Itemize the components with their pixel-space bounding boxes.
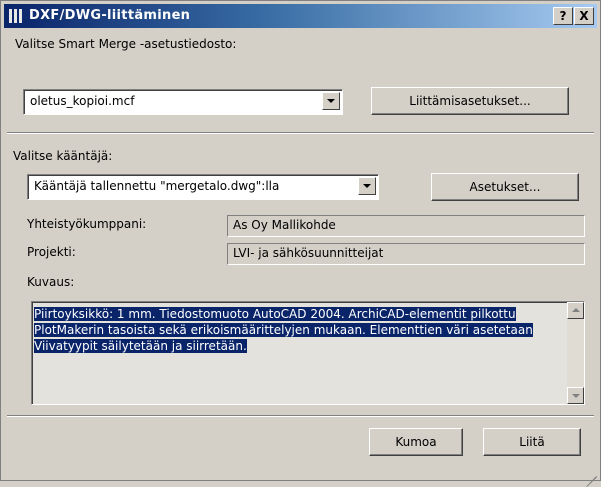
- chevron-down-icon[interactable]: [358, 177, 376, 195]
- partner-value: As Oy Mallikohde: [233, 218, 336, 232]
- resize-grip-icon[interactable]: [585, 465, 597, 487]
- merge-file-value: oletus_kopioi.mcf: [30, 94, 135, 108]
- description-textarea[interactable]: Piirtoyksikkö: 1 mm. Tiedostomuoto AutoC…: [31, 301, 585, 405]
- partner-label: Yhteistyökumppani:: [27, 217, 147, 231]
- description-line: PlotMakerin tasoista sekä erikoismääritt…: [34, 323, 533, 337]
- scroll-up-icon[interactable]: [567, 302, 584, 319]
- project-label: Projekti:: [27, 245, 76, 259]
- merge-file-label: Valitse Smart Merge -asetustiedosto:: [15, 37, 237, 51]
- chevron-down-icon[interactable]: [322, 92, 340, 110]
- scroll-down-icon[interactable]: [567, 387, 584, 404]
- separator: [7, 415, 594, 417]
- translator-label: Valitse kääntäjä:: [13, 149, 113, 163]
- separator: [7, 132, 594, 134]
- description-line: Viivatyypit säilytetään ja siirretään.: [34, 339, 247, 353]
- description-text: Piirtoyksikkö: 1 mm. Tiedostomuoto AutoC…: [34, 306, 562, 354]
- translator-select[interactable]: Kääntäjä tallennettu "mergetalo.dwg":lla: [27, 174, 379, 200]
- description-label: Kuvaus:: [27, 275, 75, 289]
- description-line: Piirtoyksikkö: 1 mm. Tiedostomuoto AutoC…: [34, 307, 516, 321]
- project-field: LVI- ja sähkösuunnitteijat: [227, 243, 585, 265]
- translator-settings-button[interactable]: Asetukset...: [431, 173, 579, 201]
- window-title: DXF/DWG-liittäminen: [29, 8, 191, 23]
- cancel-button[interactable]: Kumoa: [369, 428, 463, 456]
- app-icon: [9, 9, 23, 23]
- merge-settings-button[interactable]: Liittämisasetukset...: [371, 87, 569, 115]
- translator-value: Kääntäjä tallennettu "mergetalo.dwg":lla: [34, 179, 280, 193]
- help-button[interactable]: ?: [553, 7, 573, 25]
- project-value: LVI- ja sähkösuunnitteijat: [233, 246, 384, 260]
- partner-field: As Oy Mallikohde: [227, 215, 585, 237]
- title-bar[interactable]: DXF/DWG-liittäminen ? X: [4, 4, 597, 28]
- dialog-window: DXF/DWG-liittäminen ? X Valitse Smart Me…: [0, 0, 601, 487]
- close-button[interactable]: X: [574, 7, 594, 25]
- merge-file-select[interactable]: oletus_kopioi.mcf: [23, 89, 343, 115]
- ok-button[interactable]: Liitä: [483, 428, 581, 456]
- vertical-scrollbar[interactable]: [567, 302, 584, 404]
